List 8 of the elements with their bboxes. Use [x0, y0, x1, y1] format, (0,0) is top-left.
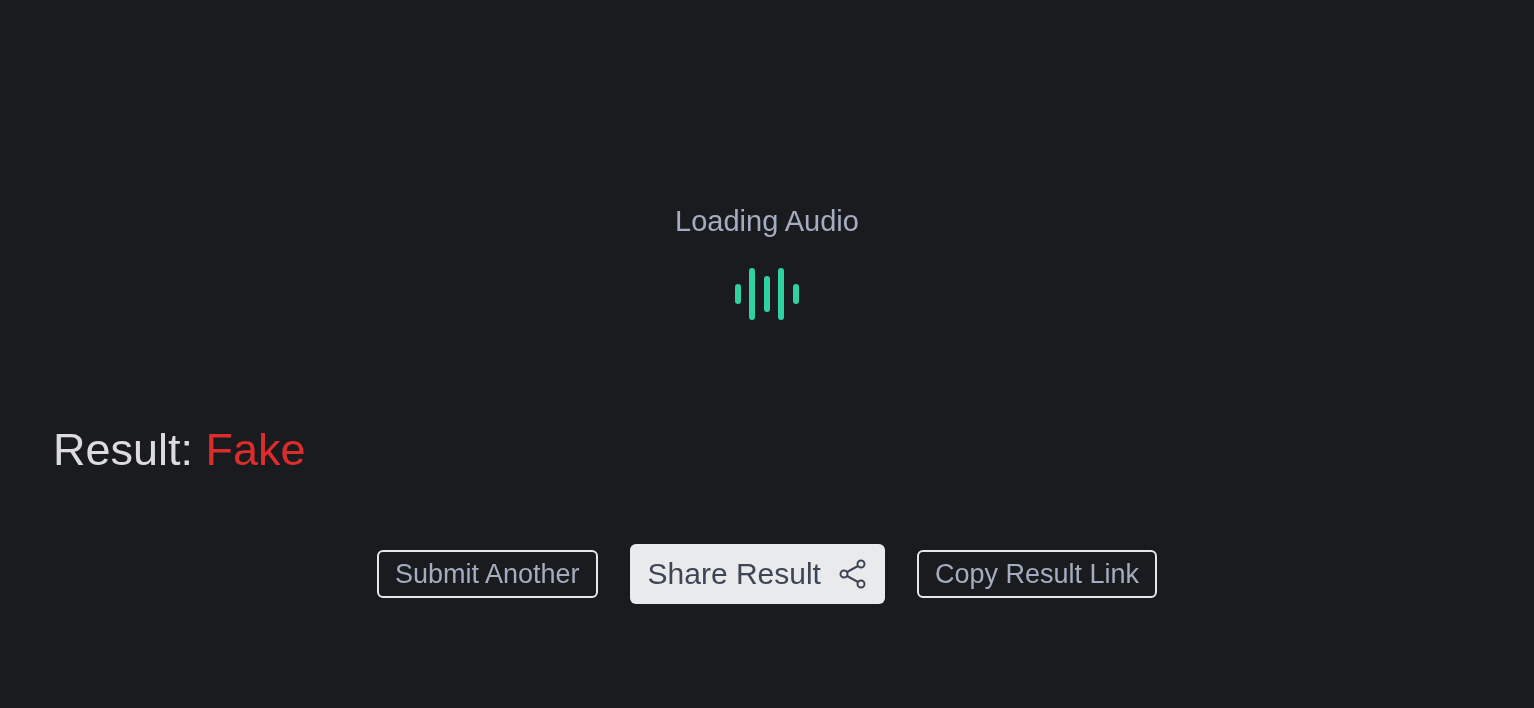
loading-title: Loading Audio: [675, 204, 859, 239]
outline-button[interactable]: Submit Another: [376, 550, 598, 599]
outline-button[interactable]: Copy Result Link: [916, 550, 1158, 599]
result-verdict: Fake: [205, 423, 306, 475]
result-label: Result:: [53, 423, 194, 475]
share-button[interactable]: Share Result: [629, 544, 885, 605]
audio-wave-icon: [735, 265, 799, 322]
share-icon: [838, 559, 867, 590]
